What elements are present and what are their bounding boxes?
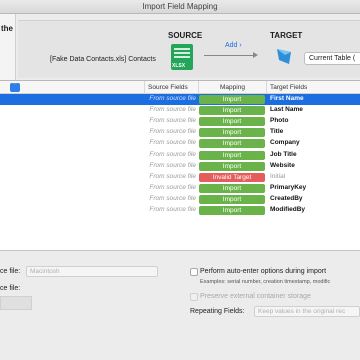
preserve-storage-label: Preserve external container storage bbox=[200, 293, 311, 300]
table-row[interactable]: From source file Import Website bbox=[0, 161, 360, 172]
table-row[interactable]: From source file Import ModifiedBy bbox=[0, 205, 360, 216]
source-field-cell[interactable]: From source file bbox=[144, 162, 196, 169]
table-row[interactable]: From source file Import PrimaryKey bbox=[0, 183, 360, 194]
table-row[interactable]: From source file Import First Name bbox=[0, 94, 360, 105]
table-row[interactable]: From source file Import Photo bbox=[0, 116, 360, 127]
repeating-fields-label: Repeating Fields: bbox=[190, 308, 245, 315]
source-field-cell[interactable]: From source file bbox=[144, 128, 196, 135]
source-field-cell[interactable]: From source file bbox=[144, 184, 196, 191]
sort-icon[interactable] bbox=[10, 81, 20, 92]
mapping-status-button[interactable]: Import bbox=[199, 106, 265, 116]
source-file-label-2: ce file: bbox=[0, 285, 21, 292]
mapping-status-button[interactable]: Import bbox=[199, 95, 265, 104]
target-field-cell: Last Name bbox=[270, 106, 303, 114]
mapping-status-button[interactable]: Import bbox=[199, 150, 265, 160]
source-field-cell[interactable]: From source file bbox=[144, 117, 196, 124]
source-field-cell[interactable]: From source file bbox=[144, 206, 196, 213]
add-label: Add › bbox=[225, 42, 242, 49]
source-file-label: ce file: bbox=[0, 268, 21, 275]
auto-enter-label: Perform auto-enter options during import bbox=[200, 268, 327, 275]
table-row[interactable]: From source file Import Title bbox=[0, 127, 360, 138]
source-file-select[interactable]: Macintosh bbox=[26, 266, 158, 277]
header-source-fields: Source Fields bbox=[148, 84, 188, 91]
target-field-cell: PrimaryKey bbox=[270, 183, 307, 191]
target-field-cell: CreatedBy bbox=[270, 194, 303, 202]
window-title: Import Field Mapping bbox=[142, 2, 218, 11]
table-header: Source Fields Mapping Target Fields bbox=[0, 81, 360, 94]
preserve-storage-checkbox[interactable] bbox=[190, 293, 198, 301]
auto-enter-checkbox[interactable] bbox=[190, 268, 198, 276]
source-field-cell[interactable]: From source file bbox=[144, 95, 196, 102]
column-divider bbox=[198, 81, 199, 94]
source-field-cell[interactable]: From source file bbox=[144, 106, 196, 113]
mapping-status-button[interactable]: Import bbox=[199, 161, 265, 171]
source-field-cell[interactable]: From source file bbox=[144, 195, 196, 202]
target-label: TARGET bbox=[270, 31, 303, 40]
arrow-right-icon bbox=[204, 52, 258, 58]
auto-enter-examples: Examples: serial number, creation timest… bbox=[200, 279, 331, 285]
xlsx-icon-text: XLSX bbox=[172, 63, 186, 69]
source-file-name: [Fake Data Contacts.xls] Contacts bbox=[50, 56, 156, 63]
mapping-status-button[interactable]: Import bbox=[199, 128, 265, 138]
header-mapping: Mapping bbox=[220, 84, 245, 91]
instruction-text: the bbox=[1, 24, 13, 33]
table-row[interactable]: From source file Import Company bbox=[0, 138, 360, 149]
target-field-cell: Website bbox=[270, 161, 295, 169]
header-target-fields: Target Fields bbox=[270, 84, 308, 91]
target-field-cell: Photo bbox=[270, 117, 289, 125]
target-field-cell: Company bbox=[270, 139, 300, 147]
column-divider bbox=[266, 81, 267, 94]
target-field-cell: Title bbox=[270, 128, 284, 136]
target-field-cell: Initial bbox=[270, 172, 286, 180]
table-row[interactable]: From source file Invalid Target Initial bbox=[0, 172, 360, 183]
xlsx-icon: XLSX bbox=[171, 44, 193, 70]
table-row[interactable]: From source file Import Last Name bbox=[0, 105, 360, 116]
target-field-cell: ModifiedBy bbox=[270, 206, 306, 213]
source-label: SOURCE bbox=[168, 31, 203, 40]
source-field-cell[interactable]: From source file bbox=[144, 151, 196, 158]
target-field-cell: Job Title bbox=[270, 150, 297, 158]
repeating-fields-select[interactable]: Keep values in the original rec bbox=[254, 306, 360, 317]
source-field-cell[interactable]: From source file bbox=[144, 173, 196, 180]
instruction-pane: the bbox=[0, 14, 16, 80]
target-table-select[interactable]: Current Table ( bbox=[304, 52, 360, 65]
mapping-status-button[interactable]: Invalid Target bbox=[199, 172, 265, 182]
mapping-status-button[interactable]: Import bbox=[199, 183, 265, 193]
table-row[interactable]: From source file Import Job Title bbox=[0, 150, 360, 161]
title-bar: Import Field Mapping bbox=[0, 0, 360, 14]
mapping-status-button[interactable]: Import bbox=[199, 206, 265, 215]
import-options: ce file: Macintosh ce file: Perform auto… bbox=[0, 250, 360, 360]
target-field-cell: First Name bbox=[270, 95, 304, 102]
field-mapping-table: Source Fields Mapping Target Fields From… bbox=[0, 80, 360, 250]
column-divider bbox=[144, 81, 145, 94]
filemaker-icon bbox=[277, 49, 291, 64]
source-file-path-field bbox=[0, 296, 32, 310]
mapping-status-button[interactable]: Import bbox=[199, 139, 265, 149]
source-field-cell[interactable]: From source file bbox=[144, 139, 196, 146]
mapping-status-button[interactable]: Import bbox=[199, 194, 265, 204]
mapping-status-button[interactable]: Import bbox=[199, 117, 265, 127]
table-row[interactable]: From source file Import CreatedBy bbox=[0, 194, 360, 205]
